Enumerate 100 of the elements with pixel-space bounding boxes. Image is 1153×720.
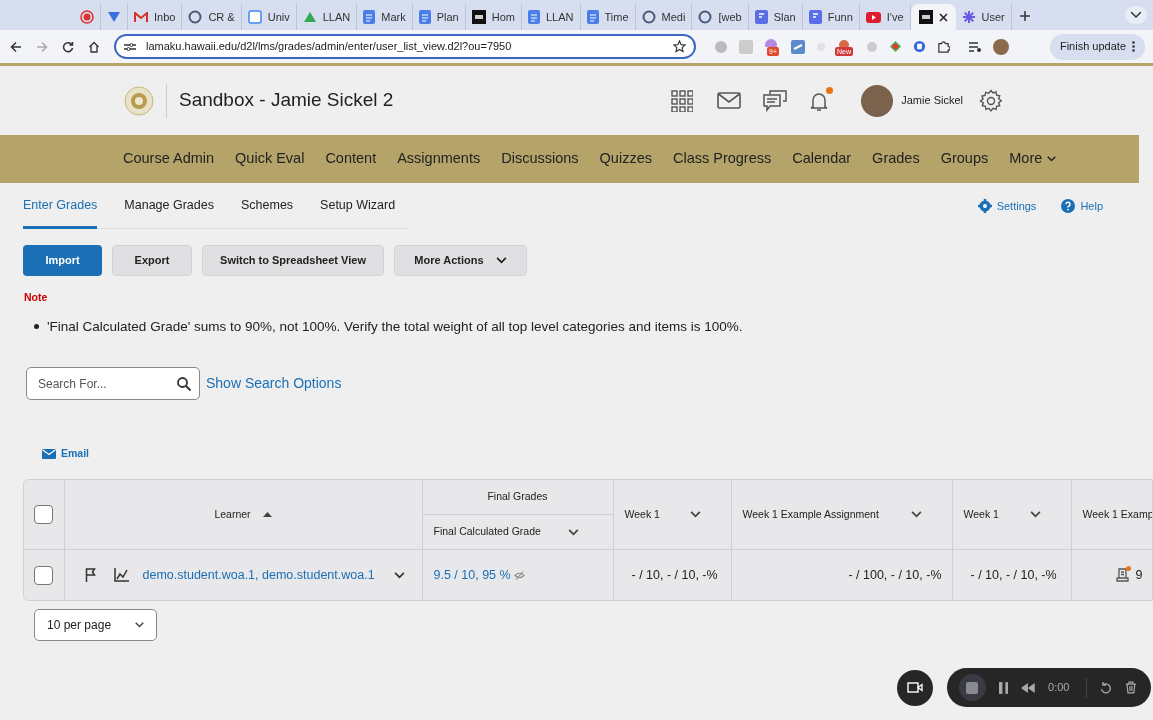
- camera-button[interactable]: [897, 669, 933, 706]
- help-icon: [1061, 199, 1076, 213]
- line-chart-icon[interactable]: [113, 568, 129, 582]
- hidden-eye-icon: [513, 570, 525, 580]
- action-button[interactable]: Export: [112, 245, 192, 276]
- note-title: Note: [23, 290, 48, 305]
- nav-link[interactable]: Quick Eval: [235, 148, 305, 170]
- form-icon: [808, 10, 822, 24]
- tab[interactable]: Setup Wizard: [320, 182, 396, 229]
- user-name[interactable]: Jamie Sickel: [901, 92, 963, 109]
- reload-icon[interactable]: [62, 40, 74, 53]
- document-icon: [586, 10, 599, 24]
- chevron-down-icon: [135, 621, 144, 628]
- extension-icon[interactable]: [913, 40, 926, 53]
- pause-icon[interactable]: [998, 681, 1009, 694]
- grid-icon[interactable]: [671, 89, 694, 112]
- star-icon[interactable]: [673, 40, 686, 53]
- back-icon[interactable]: [10, 40, 22, 53]
- bullet-icon: [34, 324, 39, 330]
- tab[interactable]: Enter Grades: [23, 182, 98, 229]
- action-button[interactable]: Import: [23, 245, 102, 276]
- chevron-down-icon: [393, 571, 405, 579]
- checkbox[interactable]: [34, 505, 54, 524]
- browser-tab[interactable]: [910, 4, 956, 30]
- extension-icon[interactable]: [889, 40, 902, 53]
- nav-link[interactable]: Quizzes: [599, 148, 652, 170]
- column-header[interactable]: Learner: [64, 506, 422, 523]
- recording-time: 0:00: [1048, 680, 1070, 696]
- column-group-header: Final Grades: [486, 489, 549, 505]
- logo-icon: [471, 10, 486, 24]
- tab[interactable]: Manage Grades: [124, 182, 214, 229]
- profile-avatar[interactable]: [993, 38, 1009, 55]
- puzzle-icon[interactable]: [937, 40, 950, 53]
- nav-link[interactable]: Assignments: [397, 148, 481, 170]
- form-icon: [754, 10, 768, 24]
- learner-link[interactable]: demo.student.woa.1, demo.student.woa.1: [142, 565, 375, 585]
- chevron-down-icon: [689, 511, 701, 518]
- mail-icon[interactable]: [717, 92, 742, 109]
- per-page-dropdown[interactable]: 10 per page: [34, 608, 157, 641]
- clipboard-icon[interactable]: [1115, 567, 1129, 582]
- undo-icon[interactable]: [1100, 681, 1113, 694]
- trash-icon[interactable]: [1125, 681, 1137, 694]
- nav-link[interactable]: Course Admin: [123, 148, 215, 170]
- nav-link[interactable]: Grades: [872, 148, 920, 170]
- triangle-icon: [302, 11, 317, 23]
- close-icon[interactable]: [938, 12, 948, 22]
- extension-icon[interactable]: [837, 38, 851, 47]
- search-options-link[interactable]: Show Search Options: [206, 373, 342, 394]
- nav-link[interactable]: Class Progress: [672, 148, 772, 170]
- circle-icon: [641, 10, 656, 24]
- nav-link[interactable]: Groups: [940, 148, 989, 170]
- more-menu[interactable]: More: [1009, 148, 1057, 170]
- document-icon: [418, 10, 431, 24]
- calendar-icon: [247, 10, 262, 24]
- email-link[interactable]: Email: [42, 446, 89, 462]
- chat-icon[interactable]: [763, 89, 788, 112]
- checkbox[interactable]: [34, 565, 54, 585]
- stop-button[interactable]: [959, 674, 986, 701]
- kebab-icon: [1132, 41, 1135, 52]
- column-header[interactable]: Final Calculated Grade: [422, 524, 613, 541]
- flag-icon[interactable]: [84, 568, 96, 582]
- settings-icon[interactable]: [979, 88, 1003, 113]
- grade-value: - / 100, - / 10, -%: [848, 566, 942, 584]
- course-title[interactable]: Sandbox - Jamie Sickel 2: [179, 86, 394, 115]
- tab[interactable]: Schemes: [241, 182, 294, 229]
- column-header[interactable]: Week 1 Example Assignment: [731, 506, 952, 523]
- grade-value: - / 10, - / 10, -%: [970, 566, 1057, 584]
- sort-up-icon[interactable]: [262, 512, 272, 517]
- search-icon[interactable]: [177, 377, 191, 391]
- logo-icon: [918, 10, 933, 24]
- user-avatar[interactable]: [861, 84, 894, 117]
- finish-update-button[interactable]: Finish update: [1049, 33, 1145, 60]
- nav-link[interactable]: Content: [325, 148, 377, 170]
- media-queue-icon[interactable]: [969, 40, 982, 53]
- column-header[interactable]: Week 1: [613, 506, 731, 523]
- chevron-down-icon[interactable]: [1125, 6, 1147, 24]
- address-bar[interactable]: lamaku.hawaii.edu/d2l/lms/grades/admin/enter/user_list_view.d2l?ou=7950: [114, 34, 696, 59]
- home-icon[interactable]: [88, 40, 100, 53]
- help-link[interactable]: Help: [1061, 197, 1103, 215]
- triangle-icon: [107, 11, 121, 23]
- chevron-down-icon: [1029, 511, 1041, 518]
- nav-link[interactable]: Calendar: [792, 148, 852, 170]
- more-actions-button[interactable]: More Actions: [394, 245, 527, 276]
- grade-value: 9: [1135, 566, 1143, 584]
- nav-link[interactable]: Discussions: [501, 148, 579, 170]
- record-icon: [80, 10, 94, 24]
- extension-icon[interactable]: [791, 39, 805, 54]
- rewind-icon[interactable]: [1021, 682, 1036, 693]
- document-icon: [363, 10, 376, 24]
- search-field[interactable]: Search For...: [26, 367, 200, 400]
- sliders-icon: [124, 41, 136, 52]
- grade-link[interactable]: 9.5 / 10, 95 %: [433, 565, 511, 585]
- plus-icon[interactable]: [1019, 11, 1030, 21]
- mail-icon: [134, 11, 148, 23]
- action-button[interactable]: Switch to Spreadsheet View: [202, 245, 384, 276]
- settings-icon: [977, 199, 992, 213]
- circle-icon: [698, 10, 713, 24]
- settings-link[interactable]: Settings: [977, 197, 1037, 215]
- column-header[interactable]: Week 1: [952, 506, 1071, 523]
- chevron-down-icon: [567, 528, 579, 536]
